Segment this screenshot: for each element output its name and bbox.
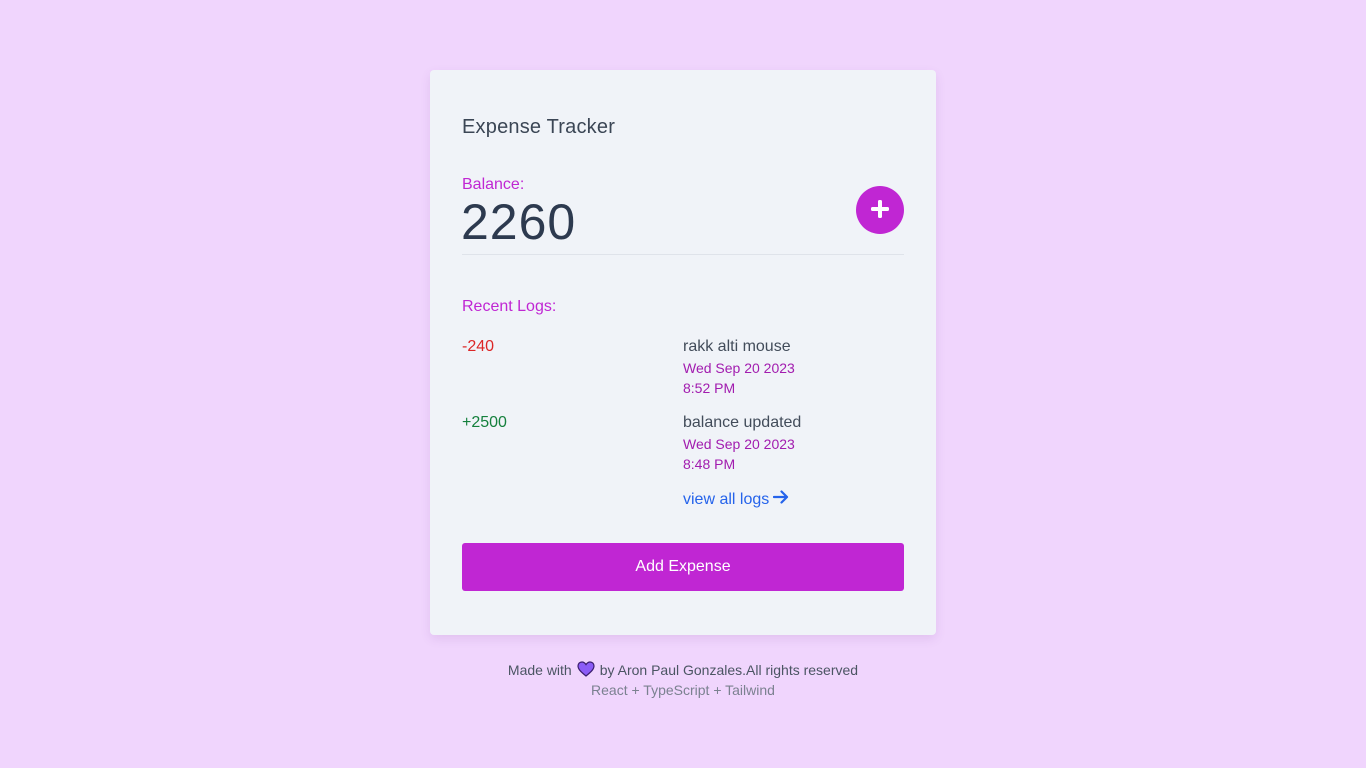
made-with-label: Made with <box>507 662 572 678</box>
add-balance-button[interactable] <box>856 186 904 234</box>
log-description: rakk alti mouse <box>683 338 791 355</box>
log-date: Wed Sep 20 2023 <box>683 360 795 376</box>
footer: Made with by Aron Paul Gonzales.All righ… <box>0 660 1366 700</box>
author-credit: by Aron Paul Gonzales.All rights reserve… <box>599 662 859 678</box>
log-amount: +2500 <box>462 414 507 431</box>
log-date: Wed Sep 20 2023 <box>683 436 795 452</box>
divider <box>462 254 904 255</box>
log-description: balance updated <box>683 414 802 431</box>
log-item: +2500 balance updated Wed Sep 20 2023 8:… <box>462 414 904 480</box>
log-amount: -240 <box>462 338 495 355</box>
footer-credit: Made with by Aron Paul Gonzales.All righ… <box>0 660 1366 680</box>
app-title: Expense Tracker <box>462 116 616 138</box>
recent-logs-label: Recent Logs: <box>462 298 557 315</box>
log-item: -240 rakk alti mouse Wed Sep 20 2023 8:5… <box>462 338 904 404</box>
view-all-logs-label: view all logs <box>683 490 770 508</box>
log-time: 8:48 PM <box>683 456 736 472</box>
heart-icon <box>577 660 595 680</box>
expense-tracker-card: Expense Tracker Balance: 2260 Recent Log… <box>430 70 936 635</box>
balance-value: 2260 <box>461 194 577 250</box>
view-all-logs-link[interactable]: view all logs <box>683 490 789 509</box>
arrow-right-icon <box>773 490 789 509</box>
log-time: 8:52 PM <box>683 380 736 396</box>
tech-stack: React + TypeScript + Tailwind <box>591 682 775 698</box>
plus-icon <box>869 198 891 223</box>
add-expense-button[interactable]: Add Expense <box>462 543 904 591</box>
